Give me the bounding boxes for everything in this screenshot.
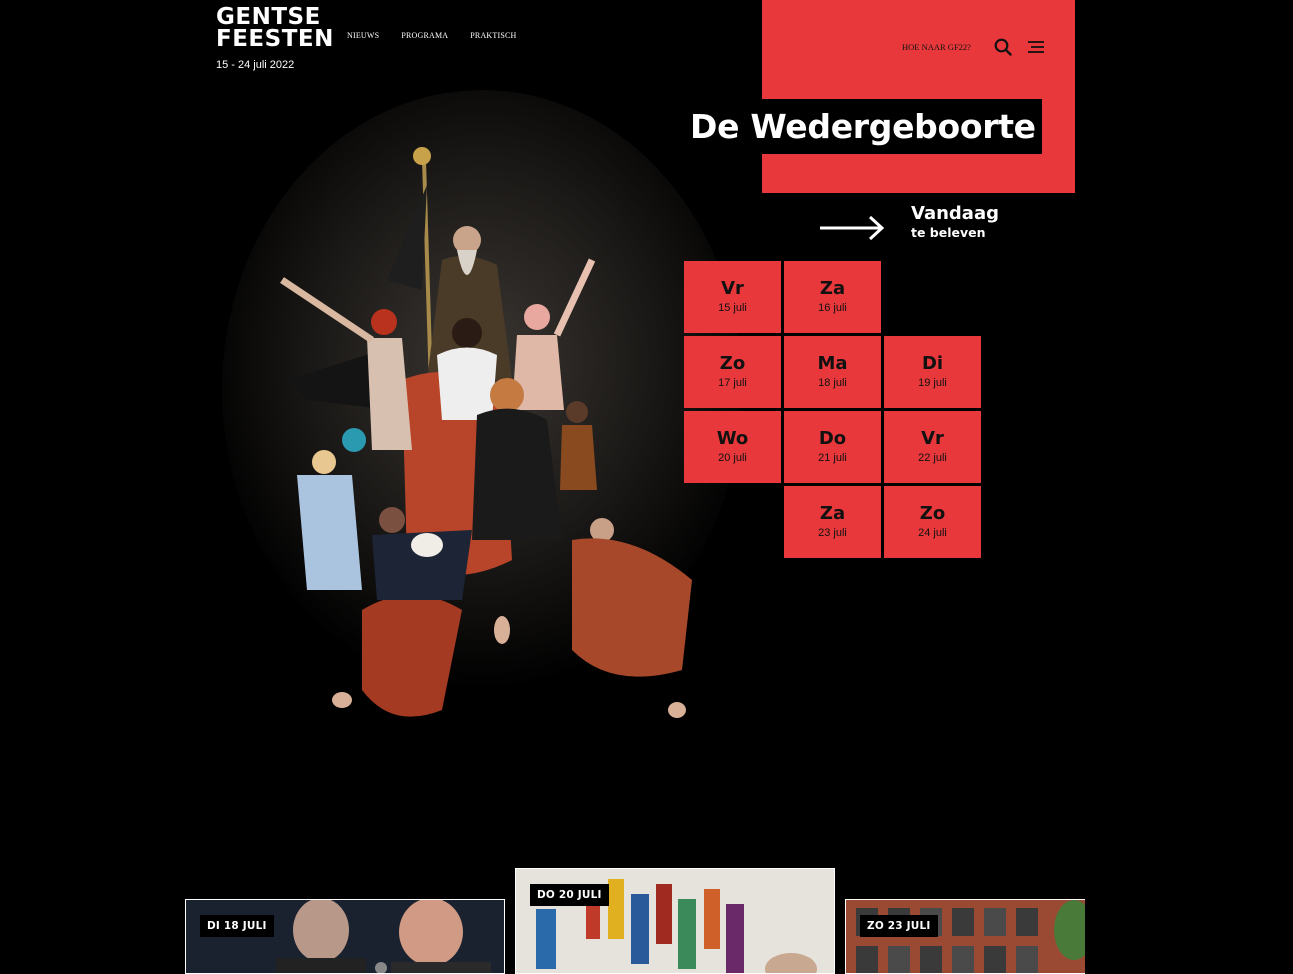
nav-item-nieuws[interactable]: NIEUWS <box>347 31 379 40</box>
day-date: 23 juli <box>818 527 847 539</box>
day-date: 17 juli <box>718 377 747 389</box>
day-name: Do <box>818 428 847 449</box>
day-date: 19 juli <box>918 377 947 389</box>
site-logo[interactable]: GENTSE FEESTEN 15 - 24 juli 2022 <box>216 6 334 71</box>
day-tile-zo-17[interactable]: Zo 17 juli <box>684 336 781 408</box>
day-tile-zo-24[interactable]: Zo 24 juli <box>884 486 981 558</box>
day-name: Za <box>819 503 846 524</box>
festival-dates: 15 - 24 juli 2022 <box>216 59 295 71</box>
day-tile-za-23[interactable]: Za 23 juli <box>784 486 881 558</box>
day-name: Zo <box>719 353 746 374</box>
day-tile-vr-15[interactable]: Vr 15 juli <box>684 261 781 333</box>
today-line-1: Vandaag <box>911 203 999 224</box>
logo-line-1: GENTSE <box>216 4 321 30</box>
day-tile-do-21[interactable]: Do 21 juli <box>784 411 881 483</box>
day-date: 22 juli <box>918 452 947 464</box>
day-date: 16 juli <box>818 302 847 314</box>
nav-item-praktisch[interactable]: PRAKTISCH <box>470 31 516 40</box>
day-date: 21 juli <box>818 452 847 464</box>
day-name: Di <box>921 353 944 374</box>
day-name: Vr <box>921 428 944 449</box>
event-card-photo <box>186 900 504 973</box>
event-date-badge: DO 20 JULI <box>530 884 609 906</box>
event-card-photo <box>846 900 1085 973</box>
event-date-badge: ZO 23 JULI <box>860 915 938 937</box>
hoe-naar-link[interactable]: HOE NAAR GF22? <box>902 42 971 52</box>
day-date: 20 juli <box>718 452 747 464</box>
day-date: 15 juli <box>718 302 747 314</box>
day-date: 18 juli <box>818 377 847 389</box>
day-tile-ma-18[interactable]: Ma 18 juli <box>784 336 881 408</box>
main-nav: NIEUWS PROGRAMA PRAKTISCH <box>347 31 517 40</box>
event-date-badge: DI 18 JULI <box>200 915 274 937</box>
menu-icon[interactable] <box>1027 40 1045 54</box>
event-card-do-20[interactable]: DO 20 JULI <box>515 868 835 974</box>
day-name: Zo <box>919 503 946 524</box>
search-icon[interactable] <box>994 38 1012 56</box>
day-tile-vr-22[interactable]: Vr 22 juli <box>884 411 981 483</box>
arrow-right-icon[interactable] <box>818 214 886 242</box>
hero-group-portrait <box>222 90 742 718</box>
day-tile-di-19[interactable]: Di 19 juli <box>884 336 981 408</box>
today-link[interactable]: Vandaag te beleven <box>911 203 999 240</box>
hero-red-panel <box>762 0 1075 193</box>
today-line-2: te beleven <box>911 225 986 240</box>
day-tile-wo-20[interactable]: Wo 20 juli <box>684 411 781 483</box>
day-tile-za-16[interactable]: Za 16 juli <box>784 261 881 333</box>
day-date: 24 juli <box>918 527 947 539</box>
event-card-zo-23[interactable]: ZO 23 JULI <box>845 899 1085 974</box>
event-card-di-18[interactable]: DI 18 JULI <box>185 899 505 974</box>
logo-line-2: FEESTEN <box>216 26 334 52</box>
day-name: Vr <box>721 278 744 299</box>
nav-item-programa[interactable]: PROGRAMA <box>401 31 448 40</box>
day-name: Za <box>819 278 846 299</box>
day-name: Wo <box>716 428 749 449</box>
day-name: Ma <box>817 353 848 374</box>
